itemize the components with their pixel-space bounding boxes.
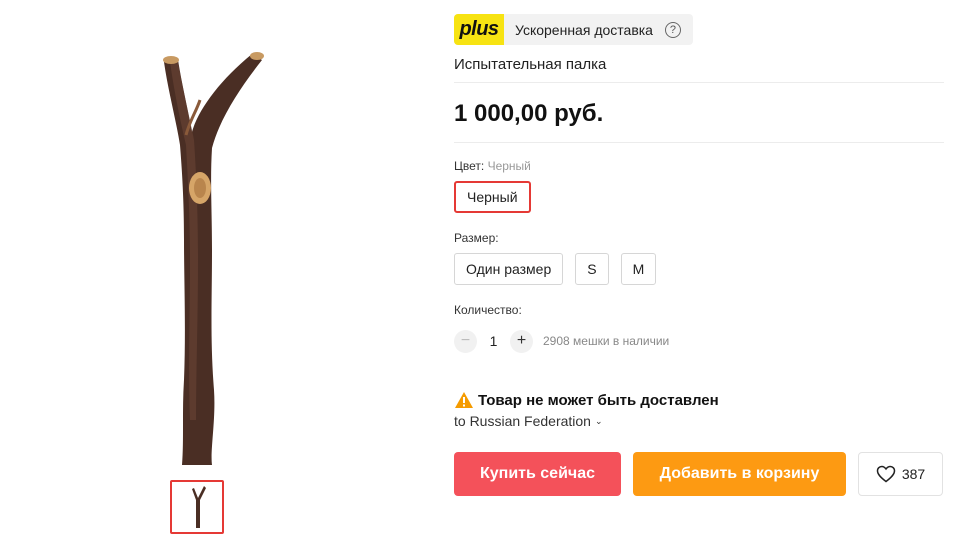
- thumbnail-image: [192, 486, 206, 528]
- action-buttons: Купить сейчас Добавить в корзину 387: [454, 452, 944, 496]
- color-label-row: Цвет: Черный: [454, 159, 944, 173]
- product-main-image[interactable]: [140, 40, 280, 470]
- product-info: plus Ускоренная доставка ? Испытательная…: [454, 14, 944, 496]
- size-option-one-size[interactable]: Один размер: [454, 253, 564, 285]
- add-to-cart-button[interactable]: Добавить в корзину: [633, 452, 846, 496]
- plus-delivery-banner: plus Ускоренная доставка ?: [454, 14, 693, 45]
- shipping-warning-text: Товар не может быть доставлен: [478, 391, 719, 409]
- size-options: Один размер S M: [454, 253, 944, 285]
- help-icon[interactable]: ?: [664, 21, 681, 38]
- size-option-s[interactable]: S: [575, 253, 609, 285]
- color-options: Черный: [454, 181, 944, 213]
- ship-to-destination[interactable]: to Russian Federation: [454, 413, 591, 429]
- ship-to-selector[interactable]: to Russian Federation ⌄: [454, 413, 944, 429]
- wishlist-button[interactable]: 387: [858, 452, 943, 496]
- plus-delivery-text: Ускоренная доставка: [515, 21, 653, 38]
- product-price: 1 000,00 руб.: [454, 100, 944, 143]
- product-gallery: [0, 0, 420, 557]
- quantity-label: Количество:: [454, 303, 522, 317]
- quantity-decrease-button[interactable]: −: [454, 329, 477, 353]
- color-option-black[interactable]: Черный: [454, 181, 531, 213]
- size-option-m[interactable]: M: [620, 253, 657, 285]
- warning-icon: [455, 392, 473, 408]
- quantity-stepper: − 1 + 2908 мешки в наличии: [454, 329, 944, 353]
- color-selected-value: Черный: [487, 159, 531, 173]
- size-label: Размер:: [454, 231, 499, 245]
- thumbnail-selected[interactable]: [170, 480, 224, 534]
- plus-badge: plus: [454, 14, 504, 45]
- shipping-warning: Товар не может быть доставлен: [454, 391, 944, 409]
- color-label: Цвет:: [454, 159, 485, 173]
- product-title: Испытательная палка: [454, 56, 944, 83]
- heart-icon: [876, 465, 896, 483]
- chevron-down-icon[interactable]: ⌄: [595, 416, 603, 427]
- stock-count: 2908 мешки в наличии: [543, 334, 670, 348]
- quantity-increase-button[interactable]: +: [510, 329, 533, 353]
- wishlist-count: 387: [901, 466, 926, 482]
- quantity-value[interactable]: 1: [477, 333, 510, 349]
- buy-now-button[interactable]: Купить сейчас: [454, 452, 621, 496]
